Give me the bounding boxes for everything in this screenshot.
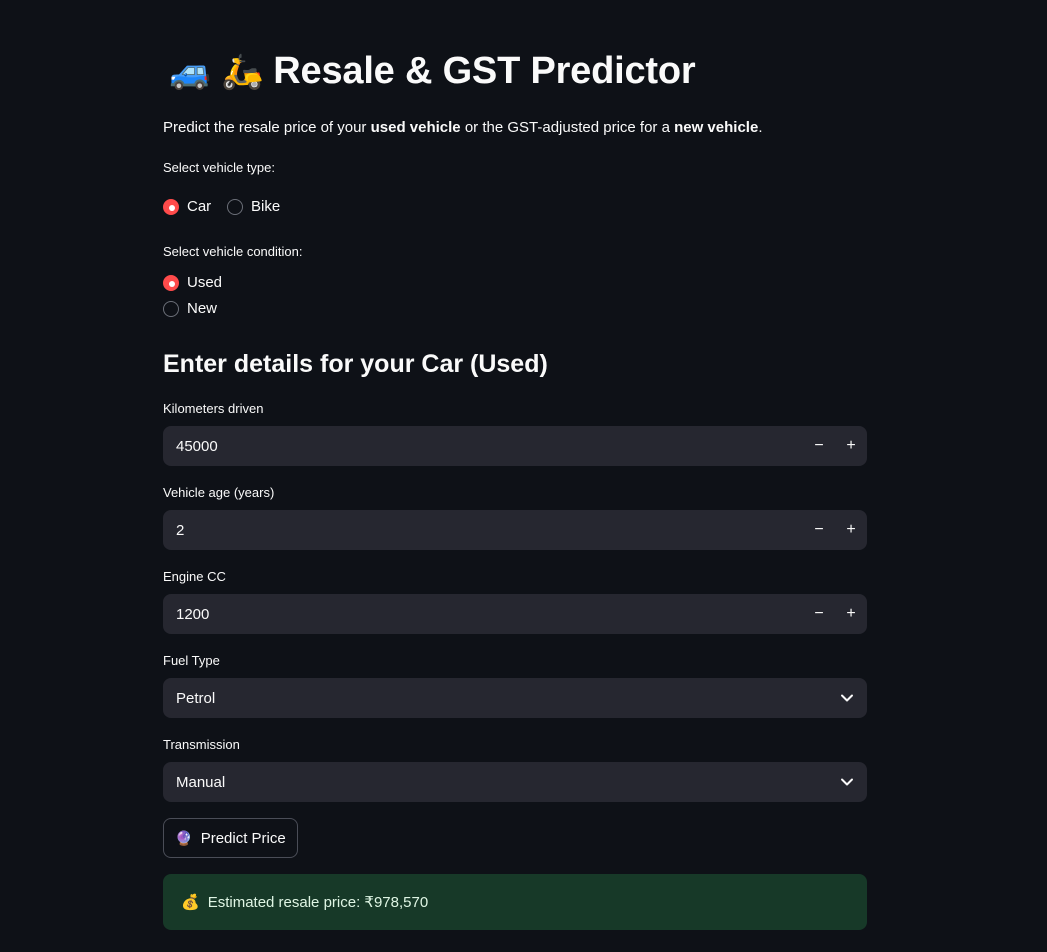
form-heading: Enter details for your Car (Used) (163, 350, 548, 378)
radio-car-label: Car (187, 198, 212, 215)
result-text: Estimated resale price: ₹978,570 (207, 894, 429, 911)
subtitle-bold-new: new vehicle (674, 119, 759, 136)
radio-used-label: Used (187, 274, 223, 291)
fuel-label: Fuel Type (163, 653, 220, 668)
km-increment-button[interactable]: + (835, 437, 867, 455)
age-value[interactable]: 2 (163, 522, 803, 539)
transmission-selected-value[interactable]: Manual (163, 774, 827, 791)
page-title-text: Resale & GST Predictor (273, 50, 696, 92)
age-input[interactable]: 2 − + (163, 510, 867, 550)
page-subtitle: Predict the resale price of your used ve… (163, 119, 762, 136)
radio-bike-icon[interactable] (227, 198, 243, 215)
radio-bike[interactable]: Bike (227, 198, 280, 215)
km-input[interactable]: 45000 − + (163, 426, 867, 466)
predict-price-button[interactable]: 🔮 Predict Price (163, 818, 298, 858)
subtitle-part: Predict the resale price of your (163, 119, 371, 136)
radio-new-icon[interactable] (163, 300, 179, 317)
cc-increment-button[interactable]: + (835, 605, 867, 623)
cc-decrement-button[interactable]: − (803, 605, 835, 623)
crystal-ball-icon: 🔮 (175, 829, 193, 846)
radio-used[interactable]: Used (163, 274, 222, 291)
motorbike-icon: 🛵 (221, 51, 264, 92)
radio-car[interactable]: Car (163, 198, 211, 215)
transmission-label: Transmission (163, 737, 240, 752)
radio-new[interactable]: New (163, 300, 217, 317)
cc-label: Engine CC (163, 569, 226, 584)
money-bag-icon: 💰 (181, 894, 200, 911)
page-title: 🚙 🛵 Resale & GST Predictor (169, 50, 696, 93)
predict-price-label: Predict Price (200, 829, 286, 847)
radio-car-selected-icon[interactable] (163, 198, 179, 215)
radio-new-label: New (187, 300, 218, 317)
chevron-down-icon[interactable] (827, 762, 867, 802)
radio-used-selected-icon[interactable] (163, 274, 179, 291)
chevron-down-icon[interactable] (827, 678, 867, 718)
km-label: Kilometers driven (163, 401, 264, 416)
radio-bike-label: Bike (251, 198, 281, 215)
subtitle-bold-used: used vehicle (370, 119, 461, 136)
subtitle-part: . (758, 119, 763, 136)
fuel-select[interactable]: Petrol (163, 678, 867, 718)
age-label: Vehicle age (years) (163, 485, 275, 500)
car-icon: 🚙 (169, 51, 212, 92)
km-value[interactable]: 45000 (163, 438, 803, 455)
age-increment-button[interactable]: + (835, 521, 867, 539)
age-decrement-button[interactable]: − (803, 521, 835, 539)
transmission-select[interactable]: Manual (163, 762, 867, 802)
cc-value[interactable]: 1200 (163, 606, 803, 623)
vehicle-condition-label: Select vehicle condition: (163, 244, 303, 259)
km-decrement-button[interactable]: − (803, 437, 835, 455)
fuel-selected-value[interactable]: Petrol (163, 690, 827, 707)
cc-input[interactable]: 1200 − + (163, 594, 867, 634)
vehicle-type-label: Select vehicle type: (163, 160, 276, 175)
result-alert: 💰 Estimated resale price: ₹978,570 (163, 874, 867, 930)
subtitle-part: or the GST-adjusted price for a (460, 119, 675, 136)
